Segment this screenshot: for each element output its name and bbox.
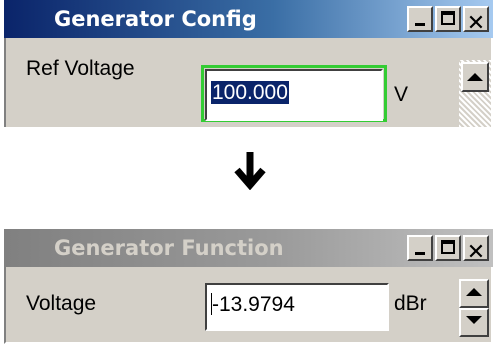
ref-voltage-unit: V (394, 83, 409, 106)
minimize-icon (415, 23, 425, 26)
scroll-up-button[interactable] (461, 62, 489, 92)
scroll-up-icon (467, 73, 483, 81)
window-title: Generator Config (54, 7, 257, 31)
scrollbar[interactable] (459, 60, 491, 127)
ref-voltage-input[interactable]: 100.000 (205, 69, 383, 121)
voltage-value: -13.9794 (212, 293, 295, 316)
voltage-label: Voltage (26, 292, 97, 315)
title-bar[interactable]: Generator Config ✕ (4, 0, 493, 38)
spin-control[interactable] (456, 279, 490, 337)
minimize-icon (415, 252, 425, 255)
spin-up-icon (466, 288, 482, 296)
maximize-icon (441, 11, 455, 25)
spin-down-button[interactable] (459, 308, 489, 337)
window-body: Voltage -13.9794 dBr (4, 267, 493, 344)
title-bar[interactable]: Generator Function ✕ (4, 229, 493, 267)
ref-voltage-label: Ref Voltage (26, 57, 135, 80)
ref-voltage-value: 100.000 (211, 81, 289, 104)
generator-config-window: Generator Config ✕ Ref Voltage 100.000 V (4, 0, 493, 127)
maximize-icon (441, 240, 455, 254)
voltage-input[interactable]: -13.9794 (205, 283, 389, 331)
generator-function-window: Generator Function ✕ Voltage -13.9794 dB… (4, 229, 493, 344)
close-button[interactable]: ✕ (463, 235, 489, 265)
title-buttons: ✕ (407, 6, 489, 36)
maximize-button[interactable] (435, 235, 461, 261)
close-button[interactable]: ✕ (463, 6, 489, 36)
minimize-button[interactable] (407, 6, 433, 32)
maximize-button[interactable] (435, 6, 461, 32)
title-buttons: ✕ (407, 235, 489, 265)
minimize-button[interactable] (407, 235, 433, 261)
spin-up-button[interactable] (459, 279, 489, 308)
voltage-unit: dBr (394, 292, 427, 315)
window-title: Generator Function (54, 236, 284, 260)
spin-down-icon (466, 316, 482, 324)
down-arrow-icon (234, 150, 266, 195)
window-body: Ref Voltage 100.000 V (4, 38, 493, 127)
